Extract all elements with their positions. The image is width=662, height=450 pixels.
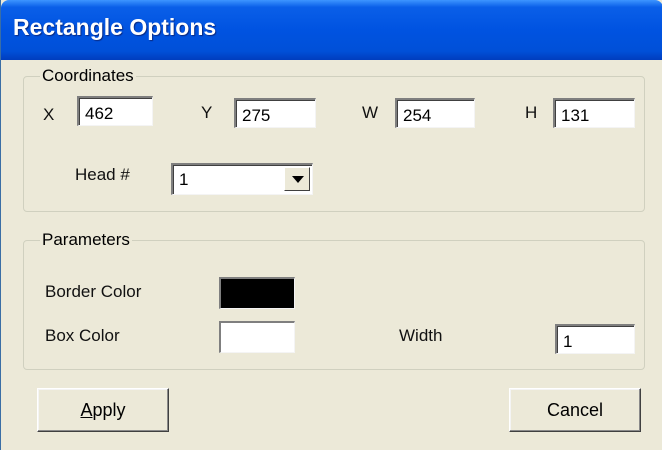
apply-accelerator: A <box>80 399 93 420</box>
border-color-label: Border Color <box>45 282 142 301</box>
parameters-legend: Parameters <box>42 230 130 249</box>
h-label: H <box>525 103 538 122</box>
x-label: X <box>43 105 55 124</box>
title-bar[interactable]: Rectangle Options <box>1 0 662 60</box>
coordinates-legend: Coordinates <box>42 66 134 85</box>
width-label: Width <box>399 326 443 345</box>
head-label: Head # <box>75 165 130 184</box>
window-title: Rectangle Options <box>13 14 217 40</box>
dropdown-button[interactable] <box>284 167 310 191</box>
w-input[interactable]: 254 <box>395 98 475 128</box>
apply-button[interactable]: Apply <box>37 388 169 432</box>
x-input[interactable]: 462 <box>77 96 153 126</box>
cancel-button[interactable]: Cancel <box>509 388 641 432</box>
coordinates-group: Coordinates <box>23 66 645 212</box>
box-color-label: Box Color <box>45 326 120 345</box>
dialog-body: Coordinates X 462 Y 275 W 254 H 131 Head… <box>7 60 662 450</box>
head-select[interactable]: 1 <box>171 163 313 195</box>
border-color-swatch[interactable] <box>219 277 295 309</box>
width-input[interactable]: 1 <box>555 324 635 354</box>
y-input[interactable]: 275 <box>234 98 316 128</box>
apply-label: pply <box>92 399 126 420</box>
box-color-swatch[interactable] <box>219 321 295 353</box>
chevron-down-icon <box>292 176 304 183</box>
rectangle-options-dialog: Rectangle Options Coordinates X 462 Y 27… <box>0 0 662 450</box>
head-select-value: 1 <box>179 170 189 189</box>
w-label: W <box>362 103 379 122</box>
h-input[interactable]: 131 <box>553 98 635 128</box>
y-label: Y <box>201 103 213 122</box>
